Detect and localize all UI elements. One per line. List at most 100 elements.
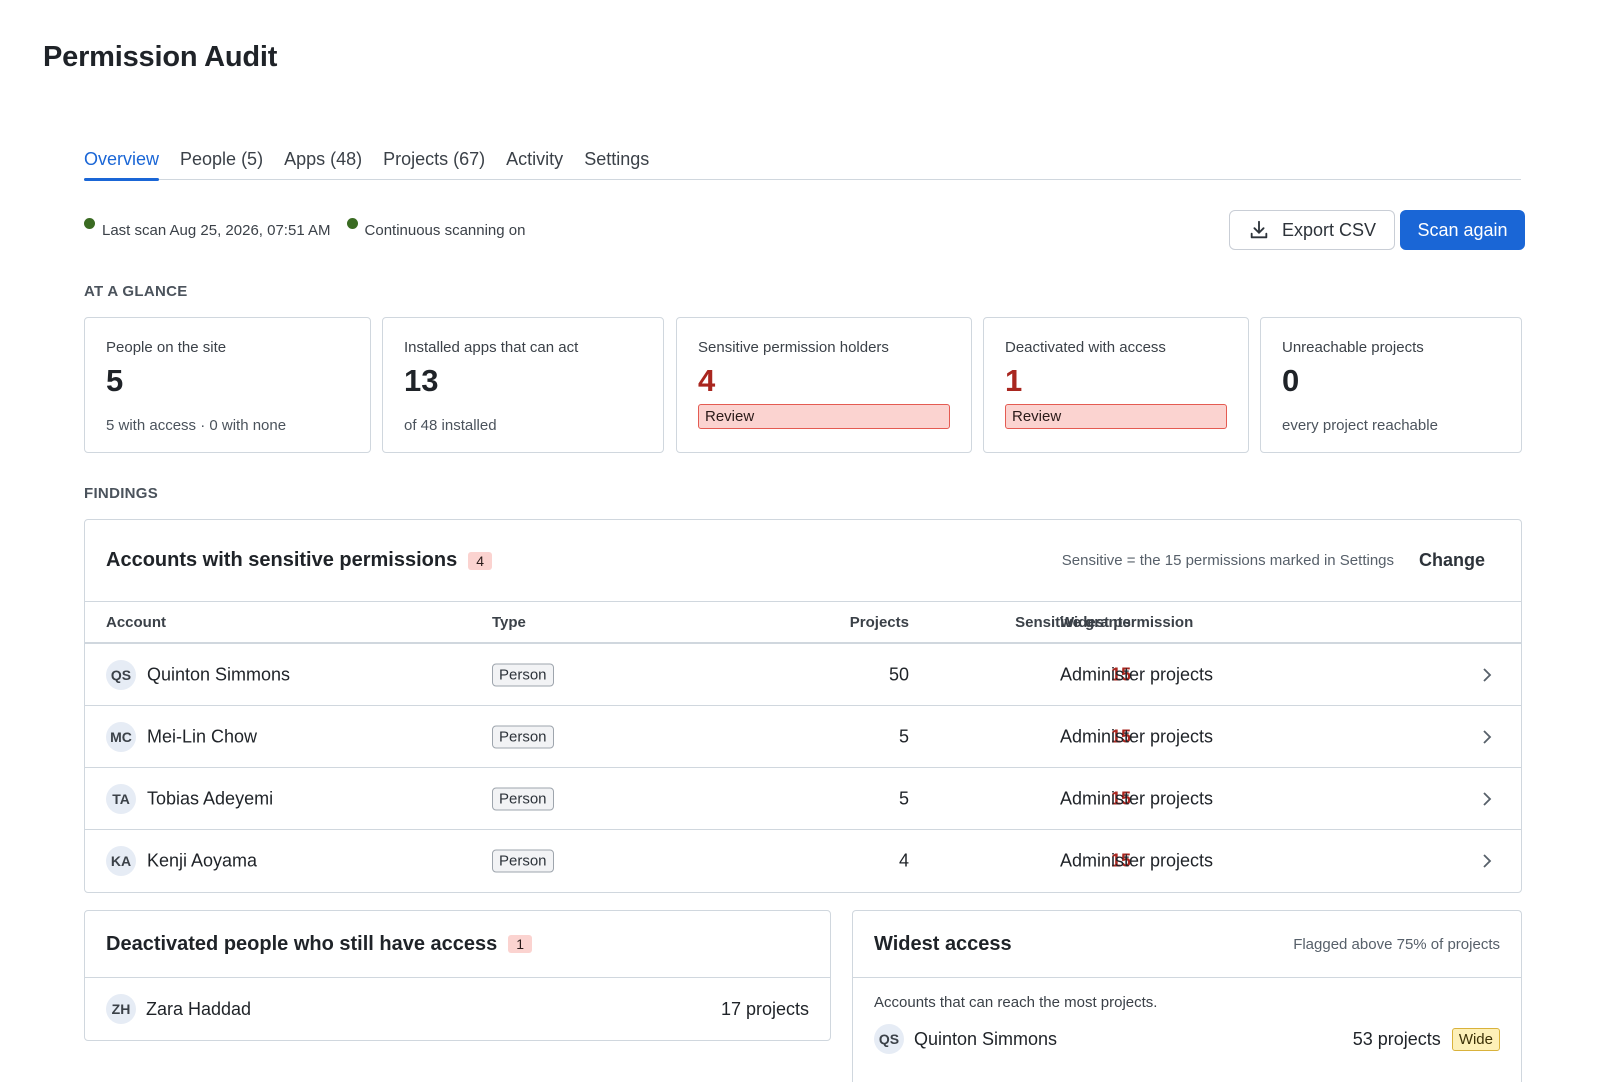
continuous-scan-text: Continuous scanning on (364, 222, 526, 239)
avatar: TA (106, 783, 136, 814)
stat-value: 13 (404, 363, 439, 398)
projects-summary: 53 projects Wide (1352, 1027, 1500, 1051)
review-badge[interactable]: Review (698, 404, 950, 429)
account-name: Quinton Simmons (147, 664, 291, 684)
tab-settings[interactable]: Settings (584, 144, 649, 180)
stat-value: 4 (698, 363, 716, 398)
stat-subtext: of 48 installed (404, 417, 497, 434)
stat-card-unreachable: Unreachable projects 0 every project rea… (1260, 317, 1522, 453)
stat-card-people: People on the site 5 5 with access · 0 w… (84, 317, 371, 453)
table-row[interactable]: MC Mei-Lin Chow Person 5 15 Administer p… (85, 706, 1521, 768)
last-scan-status: Last scan Aug 25, 2026, 07:51 AM (84, 218, 331, 239)
table-header: Account Type Projects Sensitive grants W… (85, 602, 1521, 644)
panel-title: Accounts with sensitive permissions (106, 549, 458, 571)
findings-label: FINDINGS (84, 485, 159, 502)
stat-card-deactivated[interactable]: Deactivated with access 1 Review (983, 317, 1249, 453)
projects-count: 50 (888, 664, 909, 684)
column-account[interactable]: Account (106, 614, 166, 631)
chevron-right-icon (1483, 854, 1492, 868)
widest-permission: Administer projects (1060, 664, 1214, 684)
column-type[interactable]: Type (492, 614, 526, 631)
panel-title: Deactivated people who still have access (106, 932, 498, 955)
stat-label: Deactivated with access (1005, 339, 1166, 356)
avatar: QS (874, 1024, 904, 1054)
projects-count: 5 (898, 788, 909, 808)
chevron-right-icon (1483, 667, 1492, 682)
tab-overview[interactable]: Overview (84, 144, 160, 181)
stat-value: 5 (106, 363, 124, 398)
stat-value: 1 (1005, 363, 1023, 398)
avatar: KA (106, 846, 136, 876)
count-badge: 1 (508, 935, 533, 953)
last-scan-text: Last scan Aug 25, 2026, 07:51 AM (102, 222, 331, 239)
column-widest-permission[interactable]: Widest permission (1060, 614, 1193, 631)
review-badge[interactable]: Review (1005, 404, 1227, 429)
deactivated-access-panel: Deactivated people who still have access… (84, 910, 831, 1041)
panel-header: Accounts with sensitive permissions 4 Se… (85, 520, 1521, 602)
list-item[interactable]: QS Quinton Simmons 53 projects Wide (853, 1011, 1521, 1067)
avatar: QS (106, 659, 136, 690)
stat-card-sensitive[interactable]: Sensitive permission holders 4 Review (676, 317, 972, 453)
flag-threshold-note: Flagged above 75% of projects (1293, 935, 1500, 953)
avatar: ZH (106, 994, 136, 1024)
widest-permission: Administer projects (1060, 726, 1214, 746)
scan-again-button[interactable]: Scan again (1400, 210, 1525, 250)
permission-audit-page: Permission Audit Overview People (5) App… (0, 0, 1600, 1082)
wide-badge: Wide (1451, 1027, 1500, 1051)
stat-label: People on the site (106, 339, 227, 356)
at-a-glance-label: AT A GLANCE (84, 283, 188, 300)
stat-value: 0 (1282, 363, 1300, 398)
export-csv-button[interactable]: Export CSV (1229, 210, 1395, 250)
widest-permission: Administer projects (1060, 788, 1214, 808)
tab-apps[interactable]: Apps (48) (284, 144, 362, 180)
table-row[interactable]: KA Kenji Aoyama Person 4 15 Administer p… (85, 830, 1521, 892)
tab-activity[interactable]: Activity (506, 144, 563, 180)
widest-permission: Administer projects (1060, 850, 1214, 871)
count-badge: 4 (468, 551, 493, 570)
account-name: Kenji Aoyama (147, 850, 258, 871)
status-dot-icon (84, 218, 95, 229)
export-csv-label: Export CSV (1281, 219, 1377, 240)
stat-card-apps: Installed apps that can act 13 of 48 ins… (382, 317, 664, 453)
type-badge: Person (492, 849, 554, 873)
page-title: Permission Audit (43, 41, 278, 73)
type-badge: Person (492, 663, 554, 686)
projects-count: 5 (898, 726, 909, 746)
account-name: Tobias Adeyemi (147, 788, 274, 808)
sensitive-accounts-panel: Accounts with sensitive permissions 4 Se… (84, 519, 1522, 893)
sensitive-definition-note: Sensitive = the 15 permissions marked in… (1061, 552, 1394, 569)
stat-label: Unreachable projects (1282, 339, 1424, 356)
tab-bar: Overview People (5) Apps (48) Projects (… (84, 144, 1521, 181)
projects-count: 4 (898, 850, 909, 871)
panel-title: Widest access (874, 932, 1012, 955)
projects-count: 53 projects (1352, 1028, 1441, 1049)
table-row[interactable]: TA Tobias Adeyemi Person 5 15 Administer… (85, 768, 1521, 830)
column-projects[interactable]: Projects (850, 614, 909, 631)
avatar: MC (106, 721, 136, 752)
download-icon (1250, 220, 1268, 239)
panel-header: Deactivated people who still have access… (85, 911, 830, 978)
widest-access-panel: Widest access Flagged above 75% of proje… (852, 910, 1522, 1082)
account-name: Quinton Simmons (914, 1028, 1058, 1049)
type-badge: Person (492, 787, 554, 810)
status-dot-icon (346, 218, 358, 229)
chevron-right-icon (1483, 729, 1492, 744)
stat-subtext: 5 with access · 0 with none (106, 417, 287, 434)
continuous-scan-status: Continuous scanning on (346, 218, 526, 239)
scan-status: Last scan Aug 25, 2026, 07:51 AM Continu… (84, 218, 541, 239)
stat-label: Sensitive permission holders (698, 339, 889, 356)
chevron-right-icon (1483, 791, 1492, 806)
account-name: Zara Haddad (146, 998, 252, 1019)
projects-count: 17 projects (720, 998, 809, 1019)
table-row[interactable]: QS Quinton Simmons Person 50 15 Administ… (85, 644, 1521, 706)
tab-projects[interactable]: Projects (67) (383, 144, 485, 180)
stat-label: Installed apps that can act (404, 339, 579, 356)
change-link[interactable]: Change (1419, 550, 1485, 571)
panel-header: Widest access Flagged above 75% of proje… (853, 911, 1521, 978)
account-name: Mei-Lin Chow (147, 726, 258, 746)
list-item[interactable]: ZH Zara Haddad 17 projects (85, 978, 830, 1040)
widest-description: Accounts that can reach the most project… (874, 994, 1158, 1011)
stat-subtext: every project reachable (1282, 417, 1438, 434)
type-badge: Person (492, 725, 554, 748)
tab-people[interactable]: People (5) (180, 144, 263, 180)
